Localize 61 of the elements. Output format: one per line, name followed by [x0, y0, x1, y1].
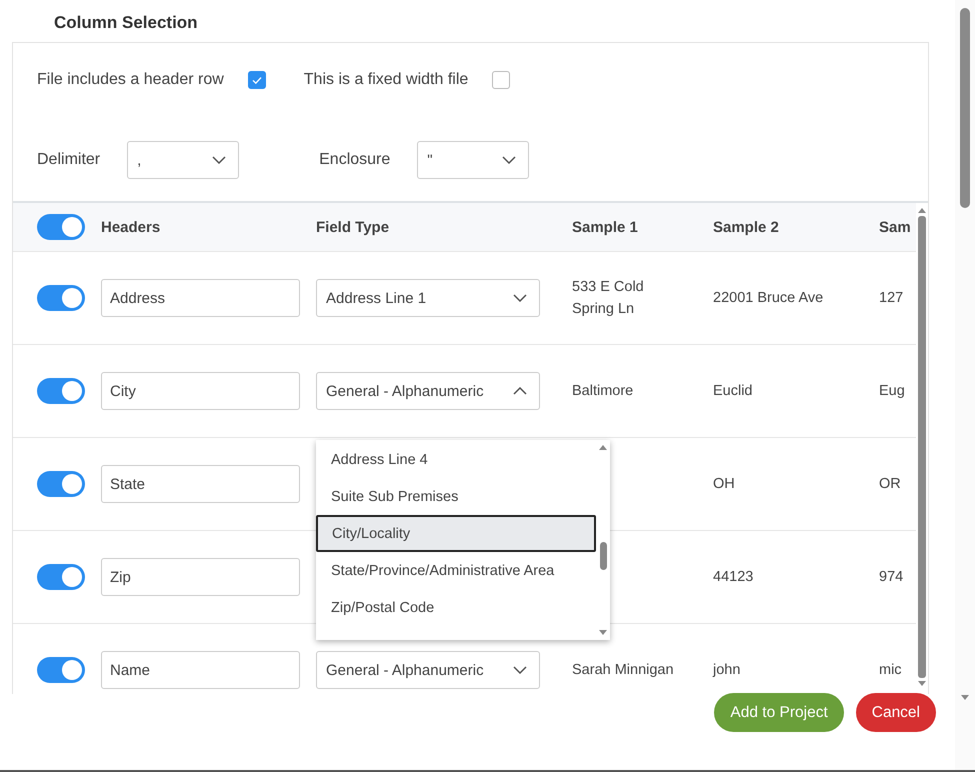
header-input[interactable]: Name	[101, 651, 300, 689]
chevron-down-icon	[513, 666, 527, 674]
sample-cell-text: 127	[879, 289, 904, 308]
sample-cell-text: mic	[879, 661, 902, 680]
scrollbar[interactable]	[955, 0, 975, 770]
delimiter-label: Delimiter	[37, 151, 100, 169]
header-input[interactable]: Address	[101, 279, 300, 317]
sample-cell-text: 22001 Bruce Ave	[713, 289, 824, 308]
dropdown-option[interactable]: City/Locality	[316, 515, 596, 552]
sample-cell-text: 44123	[713, 568, 754, 587]
toggle-switch[interactable]	[37, 378, 85, 404]
sample-cell-text: 533 E Cold Spring Ln	[572, 278, 645, 319]
sample-cell-text: john	[713, 661, 740, 680]
sample-cell-text: OH	[713, 475, 735, 494]
chevron-down-icon	[502, 156, 516, 164]
column-header: Sam	[879, 218, 911, 236]
header-row-checkbox[interactable]	[248, 71, 266, 89]
delimiter-select[interactable]: ,	[127, 141, 240, 179]
column-header: Sample 2	[713, 218, 779, 236]
enclosure-select[interactable]: "	[417, 141, 530, 179]
arrow-down-icon[interactable]	[599, 630, 607, 635]
header-row-label: File includes a header row	[37, 71, 224, 89]
sample-cell-text: Euclid	[713, 382, 752, 401]
dropdown-option[interactable]: Suite Sub Premises	[316, 478, 596, 515]
header-input[interactable]: City	[101, 372, 300, 410]
toggle-switch[interactable]	[37, 657, 85, 683]
toggle-switch[interactable]	[37, 564, 85, 590]
field-type-select[interactable]: General - Alphanumeric	[316, 372, 540, 410]
toggle-switch[interactable]	[37, 471, 85, 497]
header-input[interactable]: State	[101, 465, 300, 503]
field-type-select[interactable]: Address Line 1	[316, 279, 540, 317]
sample-cell-text: Baltimore	[572, 382, 634, 401]
arrow-down-icon[interactable]	[918, 681, 926, 686]
field-type-select[interactable]: General - Alphanumeric	[316, 651, 540, 689]
arrow-up-icon[interactable]	[918, 208, 926, 213]
sample-cell-text: 974	[879, 568, 904, 587]
chevron-up-icon	[513, 387, 527, 395]
scrollbar-thumb[interactable]	[918, 216, 926, 678]
dropdown-option[interactable]: State/Province/Administrative Area	[316, 552, 596, 589]
fixed-width-checkbox[interactable]	[492, 71, 510, 89]
chevron-down-icon	[513, 294, 527, 302]
column-header: Sample 1	[572, 218, 638, 236]
dropdown-option[interactable]: Address Line 4	[316, 441, 596, 478]
toggle-switch[interactable]	[37, 285, 85, 311]
cancel-button[interactable]: Cancel	[856, 693, 936, 732]
fixed-width-label: This is a fixed width file	[304, 71, 468, 89]
arrow-down-icon[interactable]	[961, 695, 969, 700]
arrow-up-icon[interactable]	[599, 445, 607, 450]
dialog-title: Column Selection	[53, 12, 199, 34]
scrollbar-thumb[interactable]	[600, 542, 606, 570]
sample-cell-text: Eug	[879, 382, 905, 401]
scrollbar-thumb[interactable]	[960, 8, 970, 208]
dropdown-option[interactable]: Zip/Postal Code	[316, 589, 596, 626]
header-input[interactable]: Zip	[101, 558, 300, 596]
enclosure-label: Enclosure	[319, 151, 390, 169]
sample-cell-text: Sarah Minnigan	[572, 661, 674, 680]
chevron-down-icon	[212, 156, 226, 164]
column-header: Headers	[101, 218, 160, 236]
sample-cell-text: OR	[879, 475, 901, 494]
column-header: Field Type	[316, 218, 390, 236]
toggle-switch[interactable]	[37, 214, 85, 240]
